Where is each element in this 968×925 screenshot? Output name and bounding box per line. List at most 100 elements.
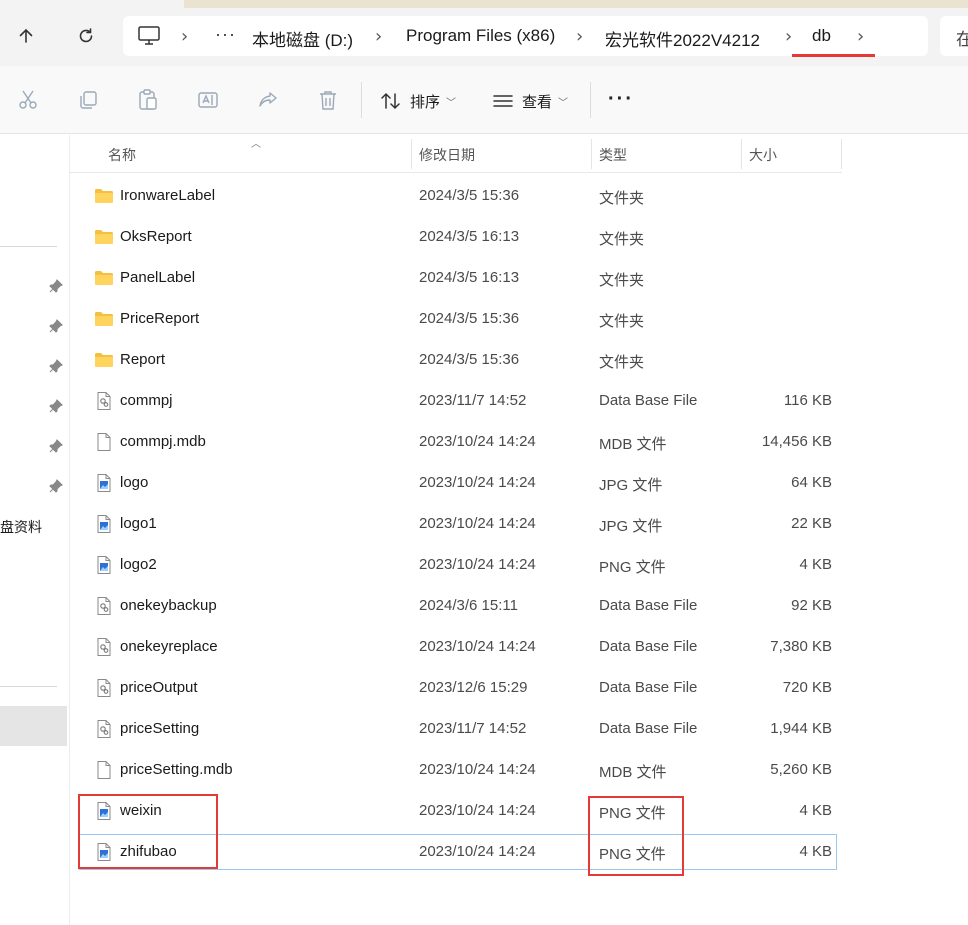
cut-icon[interactable]	[16, 88, 40, 112]
up-button[interactable]	[8, 18, 44, 54]
nav-item-selected[interactable]	[0, 706, 67, 746]
file-modified-date: 2024/3/5 16:13	[419, 228, 520, 245]
chevron-right-icon[interactable]: ›	[857, 26, 864, 47]
file-size: 22 KB	[791, 515, 832, 532]
search-input[interactable]: 在	[940, 16, 968, 56]
chevron-right-icon[interactable]: ›	[375, 26, 382, 47]
navigation-pane: 盘资料	[0, 135, 70, 925]
view-label: 查看	[522, 93, 553, 111]
file-name: PriceReport	[120, 310, 200, 327]
folder-icon	[94, 350, 114, 370]
file-type: Data Base File	[599, 679, 698, 696]
refresh-button[interactable]	[68, 18, 104, 54]
pin-icon[interactable]	[49, 479, 63, 493]
file-modified-date: 2024/3/6 15:11	[419, 597, 518, 614]
file-size: 14,456 KB	[761, 433, 832, 450]
share-icon[interactable]	[256, 88, 280, 112]
column-header-type[interactable]: 类型	[599, 145, 627, 165]
file-row[interactable]: logo1 2023/10/24 14:24 JPG 文件 22 KB	[80, 507, 836, 541]
toolbar-divider	[361, 82, 362, 118]
paste-icon[interactable]	[136, 88, 160, 112]
nav-divider	[0, 246, 57, 247]
database-file-icon	[94, 719, 114, 739]
column-header-name[interactable]: 名称	[108, 145, 136, 165]
breadcrumb-overflow[interactable]: ···	[215, 24, 236, 45]
column-header-size[interactable]: 大小	[749, 145, 777, 165]
pin-icon[interactable]	[49, 359, 63, 373]
file-modified-date: 2023/10/24 14:24	[419, 802, 536, 819]
file-type: PNG 文件	[599, 559, 666, 576]
window-tint	[184, 0, 968, 8]
file-row[interactable]: OksReport 2024/3/5 16:13 文件夹	[80, 220, 836, 254]
file-modified-date: 2024/3/5 15:36	[419, 351, 520, 368]
chevron-right-icon[interactable]: ›	[785, 26, 792, 47]
nav-item-label[interactable]: 盘资料	[0, 517, 42, 537]
file-row[interactable]: onekeybackup 2024/3/6 15:11 Data Base File…	[80, 589, 836, 623]
breadcrumb-item-drive[interactable]: 本地磁盘 (D:)	[252, 26, 353, 51]
file-type: Data Base File	[599, 638, 698, 655]
file-row[interactable]: priceSetting.mdb 2023/10/24 14:24 MDB 文件 5,…	[80, 753, 836, 787]
sort-ascending-icon: ︿	[251, 139, 261, 150]
highlight-box-names	[78, 794, 218, 869]
chevron-right-icon[interactable]: ›	[181, 26, 188, 47]
file-row[interactable]: commpj.mdb 2023/10/24 14:24 MDB 文件 14,456 K…	[80, 425, 836, 459]
file-modified-date: 2024/3/5 16:13	[419, 269, 520, 286]
file-row[interactable]: priceOutput 2023/12/6 15:29 Data Base File…	[80, 671, 836, 705]
database-file-icon	[94, 637, 114, 657]
file-row[interactable]: PanelLabel 2024/3/5 16:13 文件夹	[80, 261, 836, 295]
file-row[interactable]: commpj 2023/11/7 14:52 Data Base File 116 K…	[80, 384, 836, 418]
file-type: 文件夹	[599, 231, 645, 248]
address-bar[interactable]: › ··· 本地磁盘 (D:) › Program Files (x86) › …	[123, 16, 928, 57]
file-type: JPG 文件	[599, 477, 663, 494]
breadcrumb-item-app-folder[interactable]: 宏光软件2022V4212	[605, 26, 760, 51]
file-name: IronwareLabel	[120, 187, 216, 204]
delete-icon[interactable]	[316, 88, 340, 112]
file-row[interactable]: Report 2024/3/5 15:36 文件夹	[80, 343, 836, 377]
column-divider[interactable]	[841, 139, 842, 169]
view-button[interactable]: 查看 ﹀	[492, 88, 568, 114]
file-name: logo	[120, 474, 149, 491]
sort-button[interactable]: 排序 ﹀	[380, 88, 456, 114]
this-pc-icon[interactable]	[137, 25, 161, 47]
pin-icon[interactable]	[49, 319, 63, 333]
image-file-icon	[94, 514, 114, 534]
file-row[interactable]: PriceReport 2024/3/5 15:36 文件夹	[80, 302, 836, 336]
file-size: 720 KB	[782, 679, 832, 696]
sort-icon	[381, 92, 400, 110]
file-type: Data Base File	[599, 392, 698, 409]
pin-icon[interactable]	[49, 279, 63, 293]
file-type: MDB 文件	[599, 764, 667, 781]
column-divider[interactable]	[411, 139, 412, 169]
file-name: priceOutput	[120, 679, 198, 696]
file-modified-date: 2023/12/6 15:29	[419, 679, 528, 696]
file-size: 7,380 KB	[770, 638, 832, 655]
breadcrumb-item-program-files[interactable]: Program Files (x86)	[406, 26, 555, 46]
breadcrumb-item-db[interactable]: db	[812, 26, 831, 46]
more-options-button[interactable]: ···	[608, 89, 634, 109]
file-size: 4 KB	[799, 843, 832, 860]
sort-label: 排序	[410, 93, 441, 111]
file-modified-date: 2023/10/24 14:24	[419, 638, 536, 655]
rename-icon[interactable]	[196, 88, 220, 112]
copy-icon[interactable]	[76, 88, 100, 112]
address-bar-row: › ··· 本地磁盘 (D:) › Program Files (x86) › …	[0, 0, 968, 66]
file-row[interactable]: IronwareLabel 2024/3/5 15:36 文件夹	[80, 179, 836, 213]
file-row[interactable]: logo 2023/10/24 14:24 JPG 文件 64 KB	[80, 466, 836, 500]
file-row[interactable]: logo2 2023/10/24 14:24 PNG 文件 4 KB	[80, 548, 836, 582]
file-size: 4 KB	[799, 802, 832, 819]
column-header-date[interactable]: 修改日期	[419, 145, 475, 165]
file-type: 文件夹	[599, 354, 645, 371]
file-name: logo2	[120, 556, 157, 573]
file-row[interactable]: onekeyreplace 2023/10/24 14:24 Data Base F…	[80, 630, 836, 664]
file-row[interactable]: priceSetting 2023/11/7 14:52 Data Base Fil…	[80, 712, 836, 746]
chevron-right-icon[interactable]: ›	[576, 26, 583, 47]
blank-file-icon	[94, 432, 114, 452]
file-name: PanelLabel	[120, 269, 196, 286]
column-divider[interactable]	[741, 139, 742, 169]
file-modified-date: 2023/11/7 14:52	[419, 720, 527, 737]
pin-icon[interactable]	[49, 399, 63, 413]
file-name: priceSetting	[120, 720, 200, 737]
file-size: 64 KB	[791, 474, 832, 491]
column-divider[interactable]	[591, 139, 592, 169]
pin-icon[interactable]	[49, 439, 63, 453]
